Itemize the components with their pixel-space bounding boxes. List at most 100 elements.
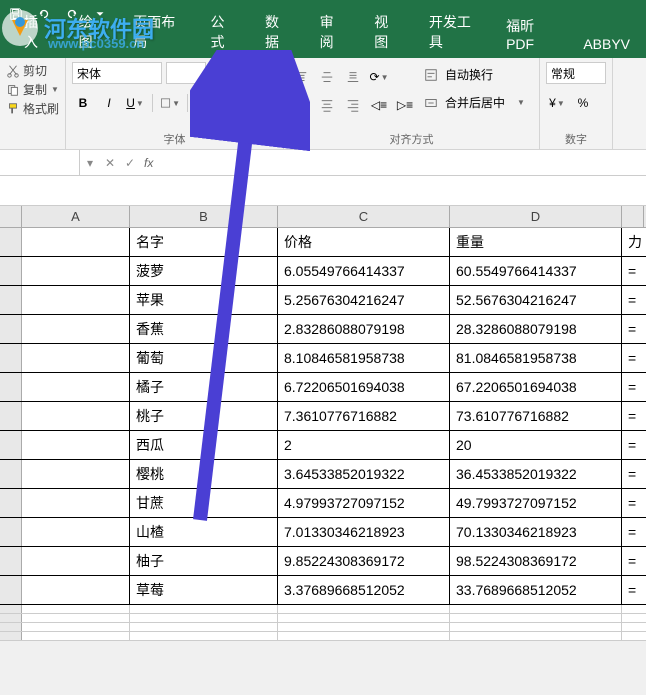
cell[interactable]: 6.72206501694038 <box>278 373 450 401</box>
cell[interactable]: = <box>622 431 644 459</box>
cancel-icon[interactable]: ✕ <box>100 156 120 170</box>
cell[interactable] <box>22 576 130 604</box>
col-header-b[interactable]: B <box>130 206 278 227</box>
percent-format-icon[interactable]: % <box>572 92 594 114</box>
row-header[interactable] <box>0 257 22 285</box>
row-header[interactable] <box>0 286 22 314</box>
copy-button[interactable]: 复制▼ <box>6 81 59 98</box>
cell[interactable]: 2.83286088079198 <box>278 315 450 343</box>
cell[interactable]: = <box>622 402 644 430</box>
cell[interactable]: 香蕉 <box>130 315 278 343</box>
row-header[interactable] <box>0 576 22 604</box>
align-right-icon[interactable] <box>342 94 364 116</box>
format-painter-button[interactable]: 格式刷 <box>6 100 59 117</box>
cell[interactable]: = <box>622 576 644 604</box>
align-left-icon[interactable] <box>290 94 312 116</box>
cell[interactable] <box>130 623 278 631</box>
font-size-select[interactable] <box>166 62 206 84</box>
cell[interactable] <box>278 623 450 631</box>
cell[interactable]: 甘蔗 <box>130 489 278 517</box>
wrap-text-button[interactable]: 自动换行 <box>420 62 533 87</box>
cell[interactable] <box>450 632 622 640</box>
italic-button[interactable]: I <box>98 92 120 114</box>
cell[interactable]: 4.97993727097152 <box>278 489 450 517</box>
orientation-icon[interactable]: ⟳▼ <box>368 66 390 88</box>
align-middle-icon[interactable] <box>316 66 338 88</box>
cell[interactable]: 3.37689668512052 <box>278 576 450 604</box>
cell[interactable]: 橘子 <box>130 373 278 401</box>
col-header-c[interactable]: C <box>278 206 450 227</box>
border-button[interactable]: ▼ <box>159 92 181 114</box>
cell[interactable] <box>130 605 278 613</box>
cell[interactable]: 70.1330346218923 <box>450 518 622 546</box>
row-header[interactable] <box>0 614 22 622</box>
cell[interactable] <box>278 632 450 640</box>
cell[interactable] <box>22 547 130 575</box>
cell[interactable]: 9.85224308369172 <box>278 547 450 575</box>
cell[interactable] <box>450 614 622 622</box>
cell[interactable] <box>22 518 130 546</box>
cell[interactable]: = <box>622 518 644 546</box>
decrease-font-icon[interactable]: A↓ <box>232 63 250 83</box>
cell[interactable]: 力 <box>622 228 644 256</box>
row-header[interactable] <box>0 431 22 459</box>
cell[interactable] <box>278 614 450 622</box>
tab-abbyy[interactable]: ABBYV <box>567 30 646 58</box>
underline-button[interactable]: U▼ <box>124 92 146 114</box>
cell[interactable]: 33.7689668512052 <box>450 576 622 604</box>
cell[interactable] <box>22 431 130 459</box>
col-header-a[interactable]: A <box>22 206 130 227</box>
cell[interactable] <box>22 315 130 343</box>
cell[interactable] <box>22 489 130 517</box>
cell[interactable] <box>278 605 450 613</box>
col-header-e[interactable] <box>622 206 644 227</box>
fx-icon[interactable]: fx <box>140 156 157 170</box>
row-header[interactable] <box>0 460 22 488</box>
cell[interactable] <box>22 373 130 401</box>
select-all-corner[interactable] <box>0 206 22 227</box>
row-header[interactable] <box>0 402 22 430</box>
font-color-button[interactable]: A▼ <box>220 92 242 114</box>
tab-view[interactable]: 视图 <box>358 6 413 58</box>
formula-input[interactable] <box>157 150 646 175</box>
cell[interactable]: 山楂 <box>130 518 278 546</box>
cell[interactable]: 3.64533852019322 <box>278 460 450 488</box>
cell[interactable]: 73.610776716882 <box>450 402 622 430</box>
tab-formulas[interactable]: 公式 <box>194 6 249 58</box>
decrease-indent-icon[interactable]: ◁≡ <box>368 94 390 116</box>
cell[interactable]: 98.5224308369172 <box>450 547 622 575</box>
cell[interactable] <box>622 605 644 613</box>
cell[interactable] <box>22 632 130 640</box>
cell[interactable] <box>622 614 644 622</box>
cell[interactable]: = <box>622 373 644 401</box>
cell[interactable] <box>22 402 130 430</box>
cell[interactable] <box>450 605 622 613</box>
cell[interactable] <box>22 344 130 372</box>
cell[interactable]: 67.2206501694038 <box>450 373 622 401</box>
cell[interactable] <box>22 257 130 285</box>
row-header[interactable] <box>0 489 22 517</box>
cell[interactable]: 2 <box>278 431 450 459</box>
cell[interactable]: 葡萄 <box>130 344 278 372</box>
cell[interactable] <box>22 614 130 622</box>
name-box[interactable] <box>0 150 80 175</box>
cell[interactable] <box>130 632 278 640</box>
align-top-icon[interactable] <box>290 66 312 88</box>
enter-icon[interactable]: ✓ <box>120 156 140 170</box>
cell[interactable]: 52.5676304216247 <box>450 286 622 314</box>
cell[interactable]: 20 <box>450 431 622 459</box>
cell[interactable] <box>22 286 130 314</box>
cell[interactable] <box>130 614 278 622</box>
name-box-dropdown-icon[interactable]: ▾ <box>80 156 100 170</box>
col-header-d[interactable]: D <box>450 206 622 227</box>
increase-font-icon[interactable]: A↑ <box>210 63 228 83</box>
tab-review[interactable]: 审阅 <box>304 6 359 58</box>
align-center-icon[interactable] <box>316 94 338 116</box>
tab-data[interactable]: 数据 <box>249 6 304 58</box>
cell[interactable] <box>22 623 130 631</box>
bold-button[interactable]: B <box>72 92 94 114</box>
fill-color-button[interactable]: ▼ <box>194 92 216 114</box>
merge-center-button[interactable]: 合并后居中▼ <box>420 90 533 115</box>
cell[interactable]: 草莓 <box>130 576 278 604</box>
cell[interactable] <box>22 228 130 256</box>
